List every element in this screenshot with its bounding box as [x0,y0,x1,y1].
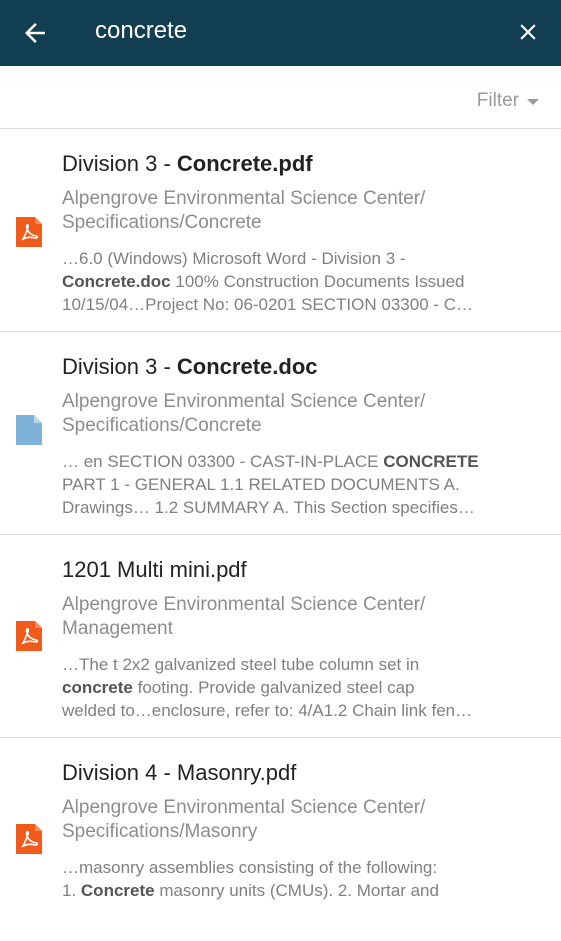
list-item[interactable]: Division 3 - Concrete.pdf Alpengrove Env… [0,129,561,332]
snippet-line: …masonry assemblies consisting of the fo… [62,858,438,877]
path-line: Alpengrove Environmental Science Center/ [62,797,426,818]
snippet-text: footing. Provide galvanized steel cap [132,678,415,697]
snippet-line: Drawings… 1.2 SUMMARY A. This Section sp… [62,498,475,517]
snippet-line: 1. Concrete masonry units (CMUs). 2. Mor… [62,879,532,902]
title-text: Division 3 - [62,354,177,379]
pdf-file-icon [16,217,42,247]
result-title: Division 4 - Masonry.pdf [62,760,297,785]
result-title: Division 3 - Concrete.pdf [62,151,313,177]
close-icon[interactable] [515,19,541,45]
snippet-line: …6.0 (Windows) Microsoft Word - Division… [62,249,406,268]
snippet-line: PART 1 - GENERAL 1.1 RELATED DOCUMENTS A… [62,475,460,494]
pdf-file-icon [16,824,42,854]
result-title: 1201 Multi mini.pdf [62,557,247,582]
snippet-line: …The t 2x2 galvanized steel tube column … [62,655,420,674]
path-line: Specifications/Masonry [62,821,258,842]
snippet-line: 10/15/04…Project No: 06-0201 SECTION 033… [62,295,474,314]
result-snippet: …The t 2x2 galvanized steel tube column … [62,653,532,722]
snippet-line: Concrete.doc 100% Construction Documents… [62,270,532,293]
search-app-bar: concrete [0,0,561,66]
filter-bar: Filter [0,66,561,129]
doc-file-icon [16,415,42,445]
snippet-line: … en SECTION 03300 - CAST-IN-PLACE CONCR… [62,450,532,473]
result-path: Alpengrove Environmental Science Center/… [62,187,532,235]
snippet-text: … en SECTION 03300 - CAST-IN-PLACE [62,452,384,471]
result-snippet: …masonry assemblies consisting of the fo… [62,856,532,902]
snippet-match: concrete [62,678,133,697]
result-title: Division 3 - Concrete.doc [62,354,318,380]
path-line: Alpengrove Environmental Science Center/ [62,391,426,412]
path-line: Alpengrove Environmental Science Center/ [62,594,426,615]
snippet-text: 100% Construction Documents Issued [170,272,465,291]
snippet-match: Concrete.doc [62,272,171,291]
search-results-list: Division 3 - Concrete.pdf Alpengrove Env… [0,129,561,941]
snippet-match: CONCRETE [383,452,479,471]
title-match-text: Concrete.doc [176,354,318,379]
filter-dropdown[interactable]: Filter [477,90,539,112]
snippet-text: 1. [62,881,81,900]
path-line: Alpengrove Environmental Science Center/ [62,188,426,209]
result-snippet: …6.0 (Windows) Microsoft Word - Division… [62,247,532,316]
snippet-line: welded to…enclosure, refer to: 4/A1.2 Ch… [62,701,473,720]
path-line: Specifications/Concrete [62,415,262,436]
result-snippet: … en SECTION 03300 - CAST-IN-PLACE CONCR… [62,450,532,519]
list-item[interactable]: 1201 Multi mini.pdf Alpengrove Environme… [0,535,561,738]
search-query-input[interactable]: concrete [95,17,187,45]
filter-label: Filter [476,90,519,111]
arrow-left-icon[interactable] [20,18,50,48]
snippet-match: Concrete [80,881,155,900]
snippet-text: masonry units (CMUs). 2. Mortar and [154,881,439,900]
path-line: Specifications/Concrete [62,212,262,233]
title-text: Division 3 - [62,151,177,176]
title-match-text: Concrete.pdf [176,151,313,176]
result-path: Alpengrove Environmental Science Center/… [62,390,532,438]
list-item[interactable]: Division 4 - Masonry.pdf Alpengrove Envi… [0,738,561,941]
chevron-down-icon [527,99,539,105]
snippet-line: concrete footing. Provide galvanized ste… [62,676,532,699]
path-line: Management [62,618,173,639]
result-path: Alpengrove Environmental Science Center/… [62,796,532,844]
list-item[interactable]: Division 3 - Concrete.doc Alpengrove Env… [0,332,561,535]
result-path: Alpengrove Environmental Science Center/… [62,593,532,641]
pdf-file-icon [16,621,42,651]
